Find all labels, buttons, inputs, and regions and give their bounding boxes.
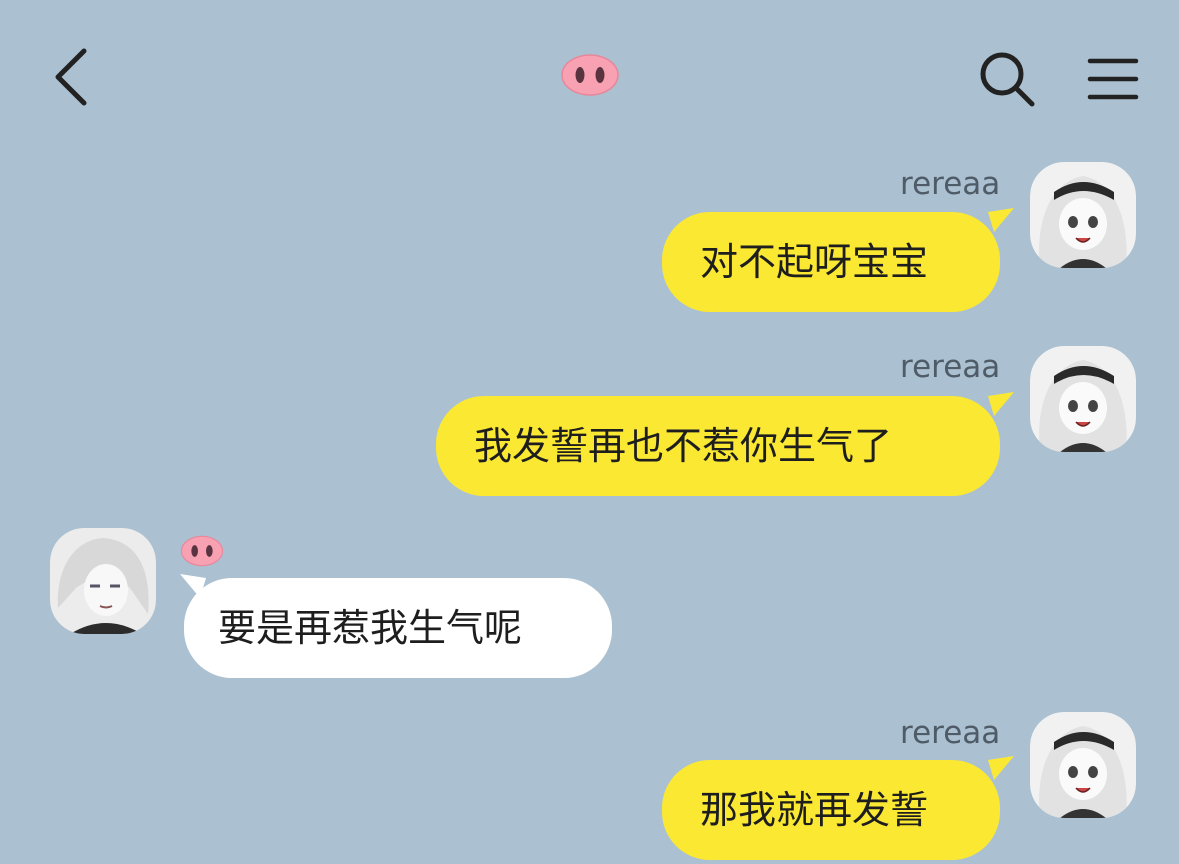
message-bubble[interactable]: 那我就再发誓 (662, 760, 1000, 860)
avatar[interactable] (50, 528, 156, 634)
avatar[interactable] (1030, 346, 1136, 452)
sender-name: rereaa (900, 166, 1001, 202)
chat-header (0, 0, 1179, 150)
menu-button[interactable] (1080, 44, 1146, 114)
avatar[interactable] (1030, 712, 1136, 818)
sender-name: rereaa (900, 349, 1001, 385)
hamburger-menu-icon (1087, 58, 1139, 100)
search-button[interactable] (972, 44, 1042, 114)
sender-name: rereaa (900, 715, 1001, 751)
bubble-tail (988, 392, 1014, 416)
bubble-tail (988, 208, 1014, 232)
search-icon (980, 52, 1035, 107)
message-bubble[interactable]: 要是再惹我生气呢 (184, 578, 612, 678)
back-button[interactable] (40, 42, 100, 112)
bubble-tail (988, 756, 1014, 780)
avatar[interactable] (1030, 162, 1136, 268)
message-bubble[interactable]: 我发誓再也不惹你生气了 (436, 396, 1000, 496)
pig-nose-icon (561, 54, 619, 96)
message-bubble[interactable]: 对不起呀宝宝 (662, 212, 1000, 312)
sender-pig-nose-icon (180, 535, 224, 567)
chevron-left-icon (55, 48, 87, 106)
chat-title-pig-nose-icon (558, 50, 622, 100)
